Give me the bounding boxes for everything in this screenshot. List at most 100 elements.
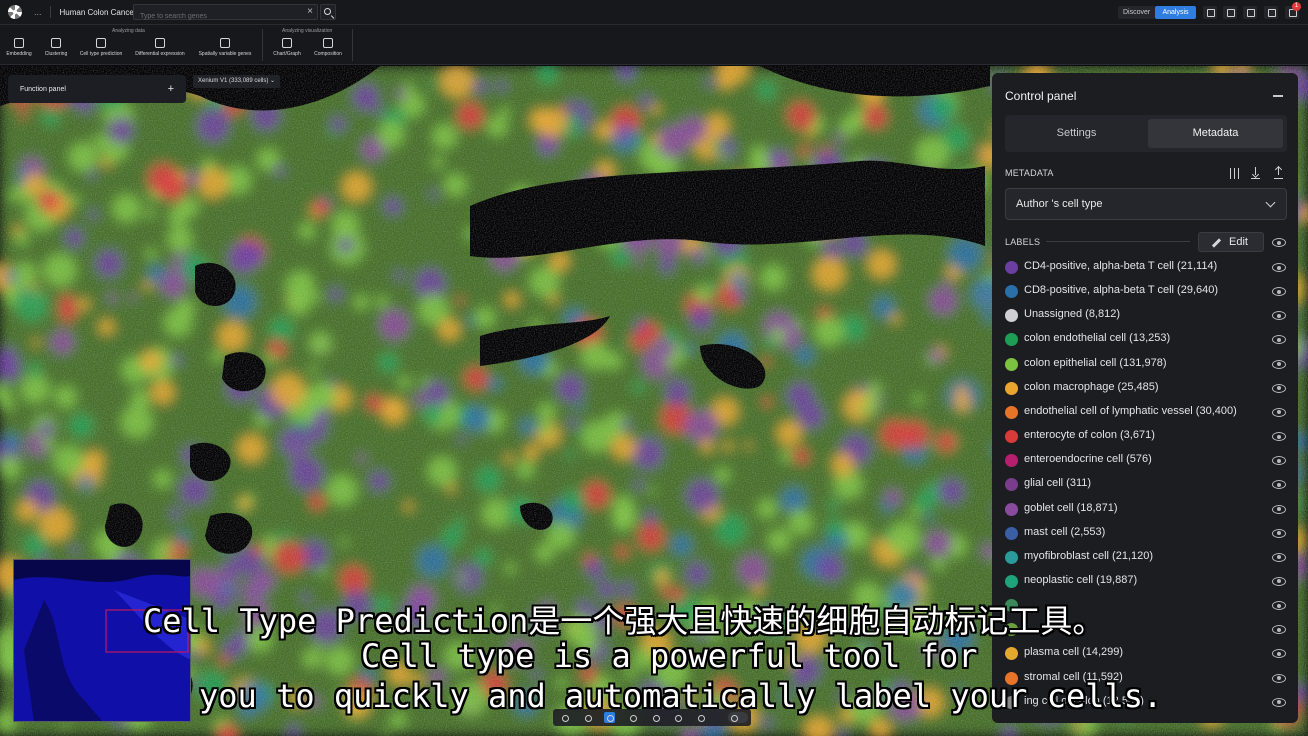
- subtitle-line-1: Cell Type Prediction是一个强大且快速的细胞自动标记工具。: [143, 602, 1105, 640]
- spatially-variable-genes-icon: [220, 38, 230, 48]
- tool-composition[interactable]: Composition: [311, 38, 345, 57]
- label-color-swatch[interactable]: [1005, 357, 1018, 371]
- panel-title: Control panel: [1005, 89, 1077, 103]
- label-color-swatch[interactable]: [1005, 478, 1018, 492]
- label-item[interactable]: goblet cell (18,871): [992, 497, 1298, 521]
- discover-button[interactable]: Discover: [1118, 6, 1156, 19]
- label-color-swatch[interactable]: [1005, 285, 1018, 299]
- visibility-eye-icon[interactable]: [1272, 601, 1286, 611]
- filter-sliders-icon[interactable]: [1227, 167, 1240, 180]
- tool-embedding[interactable]: Embedding: [5, 38, 33, 57]
- minimize-icon[interactable]: [1273, 95, 1283, 97]
- visibility-eye-icon[interactable]: [1272, 480, 1286, 490]
- label-item[interactable]: endothelial cell of lymphatic vessel (30…: [992, 400, 1298, 424]
- tool-clustering[interactable]: Clustering: [42, 38, 70, 57]
- toolbar-divider: [262, 29, 263, 61]
- visibility-eye-icon[interactable]: [1272, 576, 1286, 586]
- visibility-eye-icon[interactable]: [1272, 504, 1286, 514]
- label-color-swatch[interactable]: [1005, 454, 1018, 468]
- visibility-eye-icon[interactable]: [1272, 383, 1286, 393]
- toggle-all-visibility-eye-icon[interactable]: [1272, 238, 1286, 247]
- label-color-swatch[interactable]: [1005, 261, 1018, 274]
- label-color-swatch[interactable]: [1005, 309, 1018, 323]
- metadata-select-value: Author 's cell type: [1016, 198, 1103, 210]
- label-name: mast cell (2,553): [1024, 525, 1106, 538]
- share-icon[interactable]: [1243, 6, 1257, 19]
- search-button[interactable]: [320, 4, 336, 20]
- visibility-eye-icon[interactable]: [1272, 697, 1286, 707]
- group-label-analyzing-visualization: Analyzing visualization: [282, 28, 333, 34]
- visibility-eye-icon[interactable]: [1272, 359, 1286, 369]
- composition-icon: [323, 38, 333, 48]
- visibility-eye-icon[interactable]: [1272, 335, 1286, 345]
- label-item[interactable]: Unassigned (8,812): [992, 303, 1298, 327]
- analysis-toolbar: Analyzing data Analyzing visualization E…: [0, 25, 1308, 65]
- visibility-eye-icon[interactable]: [1272, 673, 1286, 683]
- label-color-swatch[interactable]: [1005, 333, 1018, 347]
- label-item[interactable]: enteroendocrine cell (576): [992, 448, 1298, 472]
- gene-search-box: ×: [133, 4, 318, 24]
- metadata-select[interactable]: Author 's cell type: [1005, 188, 1287, 220]
- gene-search-input[interactable]: [134, 9, 299, 24]
- label-item[interactable]: CD4-positive, alpha-beta T cell (21,114): [992, 255, 1298, 279]
- function-panel[interactable]: Function panel +: [8, 75, 186, 103]
- group-label-analyzing-data: Analyzing data: [112, 28, 145, 34]
- label-color-swatch[interactable]: [1005, 574, 1018, 588]
- visibility-eye-icon[interactable]: [1272, 287, 1286, 297]
- label-item[interactable]: neoplastic cell (19,887): [992, 569, 1298, 593]
- label-name: enteroendocrine cell (576): [1024, 453, 1152, 466]
- visibility-eye-icon[interactable]: [1272, 456, 1286, 466]
- tab-metadata[interactable]: Metadata: [1148, 119, 1283, 148]
- label-item[interactable]: glial cell (311): [992, 472, 1298, 496]
- breadcrumb-more[interactable]: ...: [34, 7, 42, 17]
- visibility-eye-icon[interactable]: [1272, 649, 1286, 659]
- edit-labels-button[interactable]: Edit: [1198, 232, 1264, 252]
- label-name: colon macrophage (25,485): [1024, 380, 1159, 393]
- label-name: enterocyte of colon (3,671): [1024, 429, 1155, 442]
- visibility-eye-icon[interactable]: [1272, 432, 1286, 442]
- label-item[interactable]: colon epithelial cell (131,978): [992, 352, 1298, 376]
- layout-icon[interactable]: [1203, 6, 1217, 19]
- label-item[interactable]: CD8-positive, alpha-beta T cell (29,640): [992, 279, 1298, 303]
- label-color-swatch[interactable]: [1005, 502, 1018, 516]
- tool-chart-graph[interactable]: Chart/Graph: [271, 38, 303, 57]
- subtitle-line-3: you to quickly and automatically label y…: [199, 677, 1163, 715]
- add-function-icon[interactable]: +: [168, 83, 174, 95]
- tab-settings[interactable]: Settings: [1009, 119, 1144, 148]
- label-color-swatch[interactable]: [1005, 405, 1018, 419]
- label-color-swatch[interactable]: [1005, 526, 1018, 540]
- lock-icon[interactable]: [1223, 6, 1237, 19]
- breadcrumb-divider: [49, 6, 51, 18]
- pencil-icon: [1211, 238, 1222, 248]
- label-item[interactable]: mast cell (2,553): [992, 521, 1298, 545]
- visibility-eye-icon[interactable]: [1272, 552, 1286, 562]
- export-icon[interactable]: [1272, 167, 1285, 180]
- tool-cell-type-prediction[interactable]: Cell type prediction: [78, 38, 124, 57]
- search-icon: [324, 8, 331, 15]
- visibility-eye-icon[interactable]: [1272, 263, 1286, 272]
- label-color-swatch[interactable]: [1005, 381, 1018, 395]
- dataset-selector[interactable]: Xenium V1 (333,089 cells) ⌄: [193, 75, 281, 88]
- tool-spatially-variable-genes[interactable]: Spatially variable genes: [196, 38, 254, 57]
- clipboard-icon[interactable]: [1264, 6, 1278, 19]
- analysis-button[interactable]: Analysis: [1155, 6, 1196, 19]
- label-color-swatch[interactable]: [1005, 647, 1018, 661]
- visibility-eye-icon[interactable]: [1272, 407, 1286, 417]
- label-item[interactable]: colon endothelial cell (13,253): [992, 327, 1298, 351]
- label-item[interactable]: colon macrophage (25,485): [992, 376, 1298, 400]
- clear-search-icon[interactable]: ×: [307, 6, 313, 18]
- label-item[interactable]: myofibroblast cell (21,120): [992, 545, 1298, 569]
- visibility-eye-icon[interactable]: [1272, 311, 1286, 321]
- label-color-swatch[interactable]: [1005, 550, 1018, 564]
- visibility-eye-icon[interactable]: [1272, 625, 1286, 635]
- download-icon[interactable]: [1249, 167, 1262, 180]
- label-item[interactable]: plasma cell (14,299): [992, 641, 1298, 665]
- visibility-eye-icon[interactable]: [1272, 528, 1286, 538]
- label-item[interactable]: enterocyte of colon (3,671): [992, 424, 1298, 448]
- label-name: endothelial cell of lymphatic vessel (30…: [1024, 404, 1237, 417]
- label-color-swatch[interactable]: [1005, 430, 1018, 444]
- function-panel-label: Function panel: [20, 85, 66, 93]
- app-logo-icon[interactable]: [8, 5, 22, 19]
- tool-differential-expression[interactable]: Differential expression: [133, 38, 187, 57]
- clustering-icon: [51, 38, 61, 48]
